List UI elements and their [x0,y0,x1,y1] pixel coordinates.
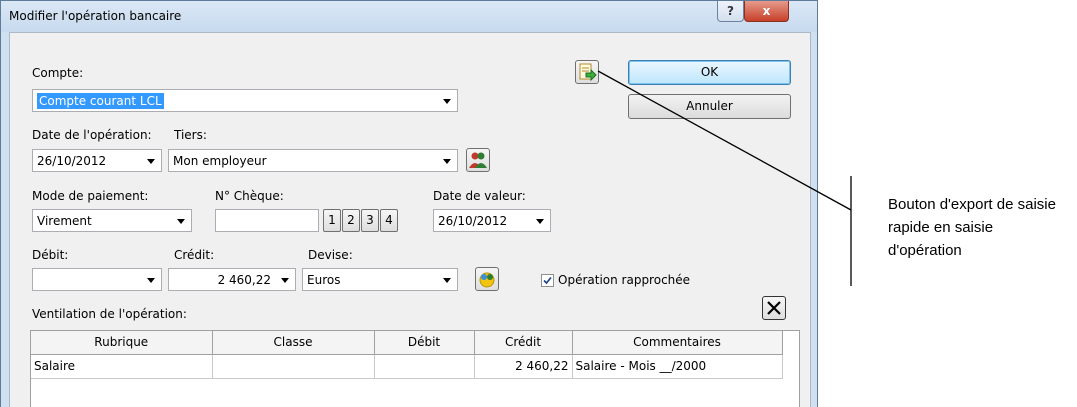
annotation-text: Bouton d'export de saisie rapide en sais… [888,196,1056,259]
callout-pointer-line [597,70,852,211]
